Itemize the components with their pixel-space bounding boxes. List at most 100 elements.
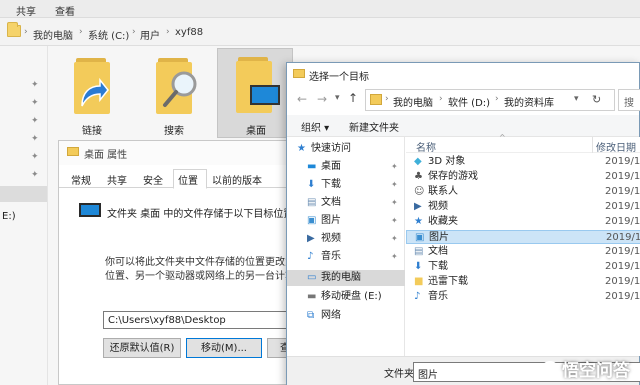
desktop-icon <box>236 61 280 113</box>
folder-icon <box>293 69 305 78</box>
item-name: 保存的游戏 <box>428 171 478 182</box>
new-folder-button[interactable]: 新建文件夹 <box>349 119 399 134</box>
pin-icon: ✦ <box>31 116 39 126</box>
folder-links[interactable]: 链接 <box>62 52 122 137</box>
nav-item-label: 网络 <box>321 310 341 321</box>
item-date: 2019/1/ <box>605 171 640 182</box>
nav-item-label: 文档 <box>321 197 341 208</box>
list-item[interactable]: ☺ 联系人 2019/1/ <box>406 185 640 199</box>
music-icon: ♪ <box>414 291 421 302</box>
restore-default-button[interactable]: 还原默认值(R) <box>103 338 181 358</box>
nav-item-label: 下载 <box>321 179 341 190</box>
desktop-icon: ▬ <box>307 161 317 172</box>
organize-label: 组织 <box>301 123 321 134</box>
chevron-down-icon[interactable]: ▾ <box>574 94 579 104</box>
recent-dropdown-icon[interactable]: ▾ <box>335 93 340 103</box>
properties-tabs: 常规 共享 安全 位置 以前的版本 <box>59 168 302 189</box>
nav-item-8[interactable]: ▬ 移动硬盘 (E:) <box>287 289 405 305</box>
back-arrow-icon[interactable]: ← <box>297 92 307 106</box>
browse-address-bar[interactable]: › 我的电脑 › 软件 (D:) › 我的资料库 ▾ ↻ <box>365 89 615 111</box>
tab-sharing[interactable]: 共享 <box>107 172 127 187</box>
address-my-computer[interactable]: 我的电脑 <box>393 94 433 109</box>
chevron-right-icon: › <box>79 27 83 37</box>
browse-address-row: ← → ▾ ↑ › 我的电脑 › 软件 (D:) › 我的资料库 ▾ ↻ 搜 <box>287 85 640 115</box>
path-input[interactable]: C:\Users\xyf88\Desktop <box>103 311 303 329</box>
breadcrumb-users[interactable]: 用户 <box>140 27 160 42</box>
breadcrumb-system-c[interactable]: 系统 (C:) <box>88 27 129 42</box>
info-line-1: 你可以将此文件夹中文件存储的位置更改为此硬 <box>105 257 315 268</box>
folder-input-value: 图片 <box>418 370 438 381</box>
nav-item-4[interactable]: ▣ 图片 ✦ <box>287 213 405 229</box>
list-item[interactable]: ⬇ 下载 2019/1/ <box>406 260 640 274</box>
tab-security[interactable]: 安全 <box>143 172 163 187</box>
item-date: 2019/1/ <box>605 261 640 272</box>
chevron-right-icon: › <box>495 94 499 104</box>
search-box-label: 搜 <box>624 98 634 109</box>
browse-title: 选择一个目标 <box>309 72 369 83</box>
list-rows: ◆ 3D 对象 2019/1/ ♣ 保存的游戏 2019/1/ ☺ 联系人 2019/1/ ▶ 视频… <box>406 155 640 355</box>
ribbon-tab-view[interactable]: 查看 <box>55 3 75 18</box>
nav-item-2[interactable]: ⬇ 下载 ✦ <box>287 177 405 193</box>
address-bar[interactable]: › 我的电脑 › 系统 (C:) › 用户 › xyf88 <box>0 18 640 46</box>
list-item[interactable]: ◆ 3D 对象 2019/1/ <box>406 155 640 169</box>
forward-arrow-icon[interactable]: → <box>317 92 327 106</box>
pin-icon: ✦ <box>31 98 39 108</box>
folder-desktop[interactable]: 桌面 <box>217 48 293 138</box>
nav-item-9[interactable]: ⧉ 网络 <box>287 308 405 324</box>
properties-dialog: 桌面 属性 常规 共享 安全 位置 以前的版本 文件夹 桌面 中的文件存储于以下… <box>58 140 315 385</box>
up-arrow-icon[interactable]: ↑ <box>348 91 358 105</box>
column-modified[interactable]: 修改日期 <box>596 139 636 154</box>
item-date: 2019/1/ <box>605 186 640 197</box>
address-drive-d[interactable]: 软件 (D:) <box>448 94 490 109</box>
browse-toolbar: 组织 ▾ 新建文件夹 <box>287 115 639 137</box>
pin-icon: ✦ <box>31 152 39 162</box>
picture-icon: ▣ <box>307 215 317 226</box>
breadcrumb-my-computer[interactable]: 我的电脑 <box>33 27 73 42</box>
properties-title-bar[interactable]: 桌面 属性 <box>59 141 302 165</box>
list-item[interactable]: ♪ 音乐 2019/1/ <box>406 290 640 304</box>
nav-item-3[interactable]: ▤ 文档 ✦ <box>287 195 405 211</box>
location-description: 文件夹 桌面 中的文件存储于以下目标位置。 <box>107 209 304 220</box>
list-item[interactable]: ■ 迅雷下载 2019/1/ <box>406 275 640 289</box>
tab-previous-versions[interactable]: 以前的版本 <box>212 172 262 187</box>
drive-icon: ▬ <box>307 291 317 302</box>
game-icon: ♣ <box>414 171 423 182</box>
document-icon: ▤ <box>414 246 424 257</box>
folder-search[interactable]: 搜索 <box>144 52 204 137</box>
item-name: 迅雷下载 <box>428 276 468 287</box>
nav-item-7[interactable]: ▭ 我的电脑 <box>287 270 405 286</box>
address-library[interactable]: 我的资料库 <box>504 94 554 109</box>
tab-location[interactable]: 位置 <box>173 169 207 189</box>
list-item[interactable]: ▶ 视频 2019/1/ <box>406 200 640 214</box>
drive-fragment[interactable]: E:) <box>2 211 16 222</box>
nav-item-6[interactable]: ♪ 音乐 ✦ <box>287 249 405 265</box>
nav-item-0[interactable]: ★ 快速访问 <box>287 141 405 157</box>
list-item[interactable]: ▣ 图片 2019/1/ <box>406 230 640 244</box>
column-name[interactable]: 名称 <box>416 139 436 154</box>
sort-up-icon: ^ <box>499 133 506 142</box>
column-divider[interactable] <box>592 137 593 153</box>
list-item[interactable]: ▤ 文档 2019/1/ <box>406 245 640 259</box>
list-header: 名称 ^ 修改日期 <box>406 133 640 154</box>
refresh-icon[interactable]: ↻ <box>592 93 601 106</box>
video-icon: ▶ <box>414 201 422 212</box>
pin-icon: ✦ <box>31 80 39 90</box>
move-button[interactable]: 移动(M)... <box>186 338 262 358</box>
nav-item-5[interactable]: ▶ 视频 ✦ <box>287 231 405 247</box>
item-name: 文档 <box>428 246 448 257</box>
tab-general[interactable]: 常规 <box>71 172 91 187</box>
item-date: 2019/1/ <box>605 246 640 257</box>
nav-item-label: 我的电脑 <box>321 272 361 283</box>
browse-title-bar[interactable]: 选择一个目标 <box>287 63 639 85</box>
nav-item-1[interactable]: ▬ 桌面 ✦ <box>287 159 405 175</box>
organize-button[interactable]: 组织 ▾ <box>301 119 329 134</box>
path-value: C:\Users\xyf88\Desktop <box>108 315 226 326</box>
search-box[interactable]: 搜 <box>618 89 640 111</box>
list-item[interactable]: ♣ 保存的游戏 2019/1/ <box>406 170 640 184</box>
ribbon-tab-share[interactable]: 共享 <box>16 3 36 18</box>
list-item[interactable]: ★ 收藏夹 2019/1/ <box>406 215 640 229</box>
item-date: 2019/1/ <box>605 156 640 167</box>
pin-icon: ✦ <box>391 252 398 261</box>
item-name: 音乐 <box>428 291 448 302</box>
breadcrumb-user[interactable]: xyf88 <box>175 27 203 38</box>
